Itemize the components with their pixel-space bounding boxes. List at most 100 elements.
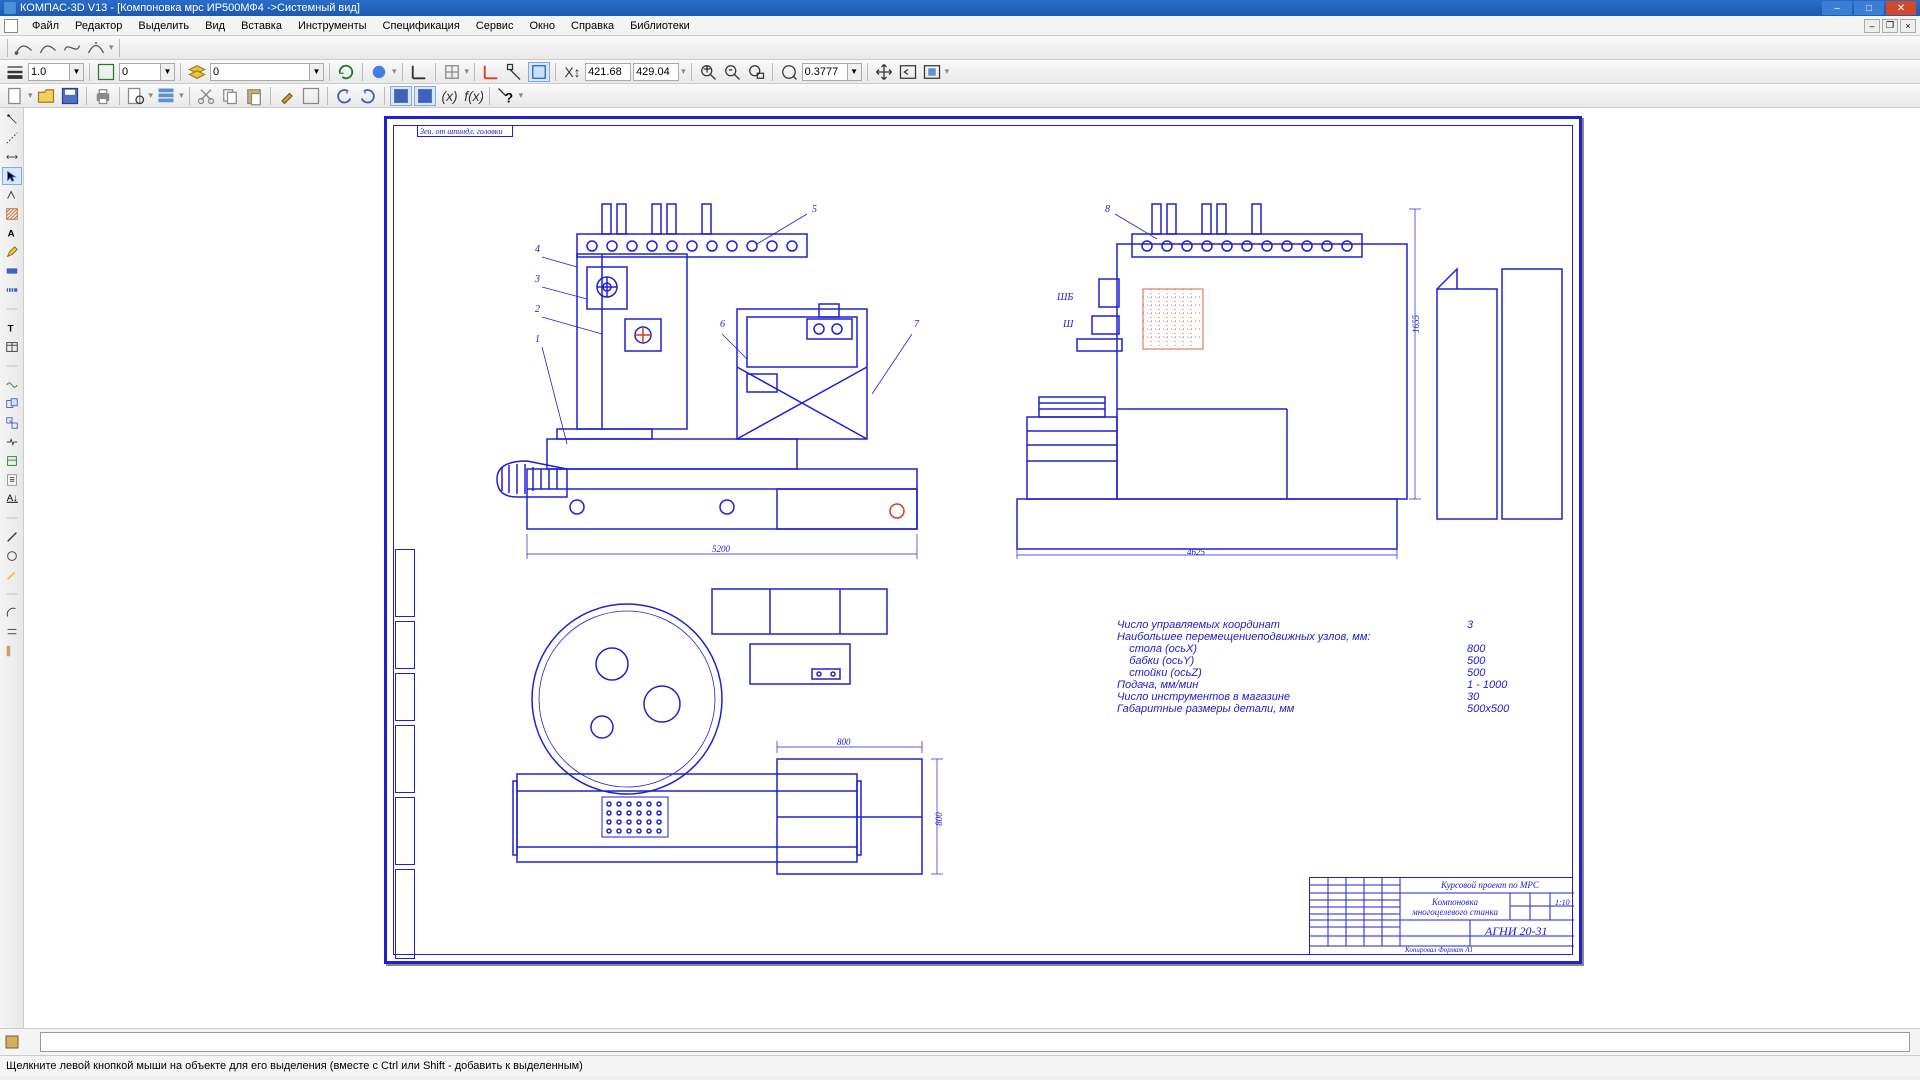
menu-help[interactable]: Справка (563, 18, 622, 34)
menu-libraries[interactable]: Библиотеки (622, 18, 698, 34)
aux-line-icon[interactable] (2, 129, 22, 147)
save-icon[interactable] (59, 86, 81, 106)
select-arrow-icon[interactable] (2, 167, 22, 185)
wave-icon[interactable] (2, 376, 22, 394)
zoom-in-icon[interactable]: + (697, 62, 719, 82)
hatch-icon[interactable] (2, 205, 22, 223)
measure-icon[interactable] (2, 281, 22, 299)
spline-icon[interactable] (37, 38, 59, 58)
table-icon[interactable] (2, 338, 22, 356)
spec-obj-icon[interactable] (2, 452, 22, 470)
report-icon[interactable]: ≡ (2, 471, 22, 489)
leader-a-icon[interactable]: A↓ (2, 490, 22, 508)
variables-icon[interactable]: (x) (438, 86, 460, 106)
format-brush-icon[interactable] (276, 86, 298, 106)
view-insert-icon[interactable] (2, 395, 22, 413)
style-combo[interactable]: ▼ (119, 63, 175, 81)
menu-view[interactable]: Вид (197, 18, 233, 34)
manager-1-icon[interactable] (390, 86, 412, 106)
copy-icon[interactable] (219, 86, 241, 106)
zoom-combo[interactable]: ▼ (802, 63, 862, 81)
menu-editor[interactable]: Редактор (67, 18, 130, 34)
layer-icon[interactable] (186, 62, 208, 82)
new-doc-icon[interactable] (4, 86, 26, 106)
menu-service[interactable]: Сервис (468, 18, 522, 34)
circle-tool-icon[interactable] (2, 547, 22, 565)
layer-combo[interactable]: ▼ (210, 63, 324, 81)
line-weight-input[interactable] (28, 63, 70, 81)
arc-tool-icon[interactable] (2, 604, 22, 622)
object-props-icon[interactable] (300, 86, 322, 106)
style-icon[interactable] (95, 62, 117, 82)
refresh-icon[interactable] (335, 62, 357, 82)
redo-icon[interactable] (357, 86, 379, 106)
dropdown-arrow-icon[interactable]: ▼ (848, 63, 862, 81)
text-tool-icon[interactable]: T (2, 319, 22, 337)
coord-y-input[interactable] (633, 63, 679, 81)
dimension-icon[interactable] (2, 148, 22, 166)
print-icon[interactable] (92, 86, 114, 106)
bezier-icon[interactable] (85, 38, 107, 58)
snap-toggle-icon[interactable] (528, 62, 550, 82)
pan-icon[interactable] (873, 62, 895, 82)
menu-tools[interactable]: Инструменты (290, 18, 375, 34)
nurbs-icon[interactable] (61, 38, 83, 58)
text-a-icon[interactable]: A (2, 224, 22, 242)
minimize-button[interactable]: – (1822, 1, 1852, 15)
coord-x-input[interactable] (585, 63, 631, 81)
break-line-icon[interactable] (2, 433, 22, 451)
dropdown-arrow-icon[interactable]: ▼ (70, 63, 84, 81)
coord-x-icon[interactable]: X↕ (561, 62, 583, 82)
mdi-minimize-button[interactable]: – (1864, 19, 1880, 33)
dropdown-arrow-icon[interactable]: ▼ (161, 63, 175, 81)
paste-icon[interactable] (243, 86, 265, 106)
zoom-out-icon[interactable]: - (721, 62, 743, 82)
collapse-icon[interactable] (2, 642, 22, 660)
canvas[interactable]: Зен. от шпиндл. головки (24, 108, 1920, 1028)
line-weight-icon[interactable] (4, 62, 26, 82)
undo-icon[interactable] (333, 86, 355, 106)
menu-window[interactable]: Окно (521, 18, 563, 34)
spline-point-icon[interactable] (13, 38, 35, 58)
help-context-icon[interactable]: ? (495, 86, 517, 106)
mdi-close-button[interactable]: × (1900, 19, 1916, 33)
grid-icon[interactable] (441, 62, 463, 82)
cut-icon[interactable] (195, 86, 217, 106)
edit-point-icon[interactable] (2, 566, 22, 584)
zoom-fit-icon[interactable] (778, 62, 800, 82)
parallel-icon[interactable] (2, 623, 22, 641)
local-cs-icon[interactable] (480, 62, 502, 82)
zoom-prev-icon[interactable] (897, 62, 919, 82)
menu-specification[interactable]: Спецификация (375, 18, 468, 34)
prop-collapse-icon[interactable] (4, 1034, 20, 1050)
manager-2-icon[interactable] (414, 86, 436, 106)
menu-insert[interactable]: Вставка (233, 18, 290, 34)
assoc-view-icon[interactable] (2, 414, 22, 432)
roughness-icon[interactable] (2, 186, 22, 204)
dropdown-arrow-icon[interactable]: ▼ (310, 63, 324, 81)
properties-icon[interactable] (155, 86, 177, 106)
open-icon[interactable] (35, 86, 57, 106)
parametrize-icon[interactable] (2, 262, 22, 280)
close-button[interactable]: ✕ (1886, 1, 1916, 15)
menu-select[interactable]: Выделить (130, 18, 197, 34)
line-tool-icon[interactable] (2, 528, 22, 546)
menu-file[interactable]: Файл (24, 18, 67, 34)
doc-icon[interactable] (4, 19, 18, 33)
zoom-all-icon[interactable] (921, 62, 943, 82)
geometry-point-icon[interactable] (2, 110, 22, 128)
property-input-area[interactable] (40, 1032, 1910, 1052)
line-weight-combo[interactable]: ▼ (28, 63, 84, 81)
maximize-button[interactable]: □ (1854, 1, 1884, 15)
mdi-restore-button[interactable]: ❐ (1882, 19, 1898, 33)
snap-end-icon[interactable] (504, 62, 526, 82)
zoom-window-icon[interactable] (745, 62, 767, 82)
zoom-input[interactable] (802, 63, 848, 81)
edit-icon[interactable] (2, 243, 22, 261)
ortho-icon[interactable] (408, 62, 430, 82)
style-input[interactable] (119, 63, 161, 81)
color-fill-icon[interactable] (368, 62, 390, 82)
preview-icon[interactable] (125, 86, 147, 106)
layer-input[interactable] (210, 63, 310, 81)
fx-icon[interactable]: f(x) (462, 86, 484, 106)
